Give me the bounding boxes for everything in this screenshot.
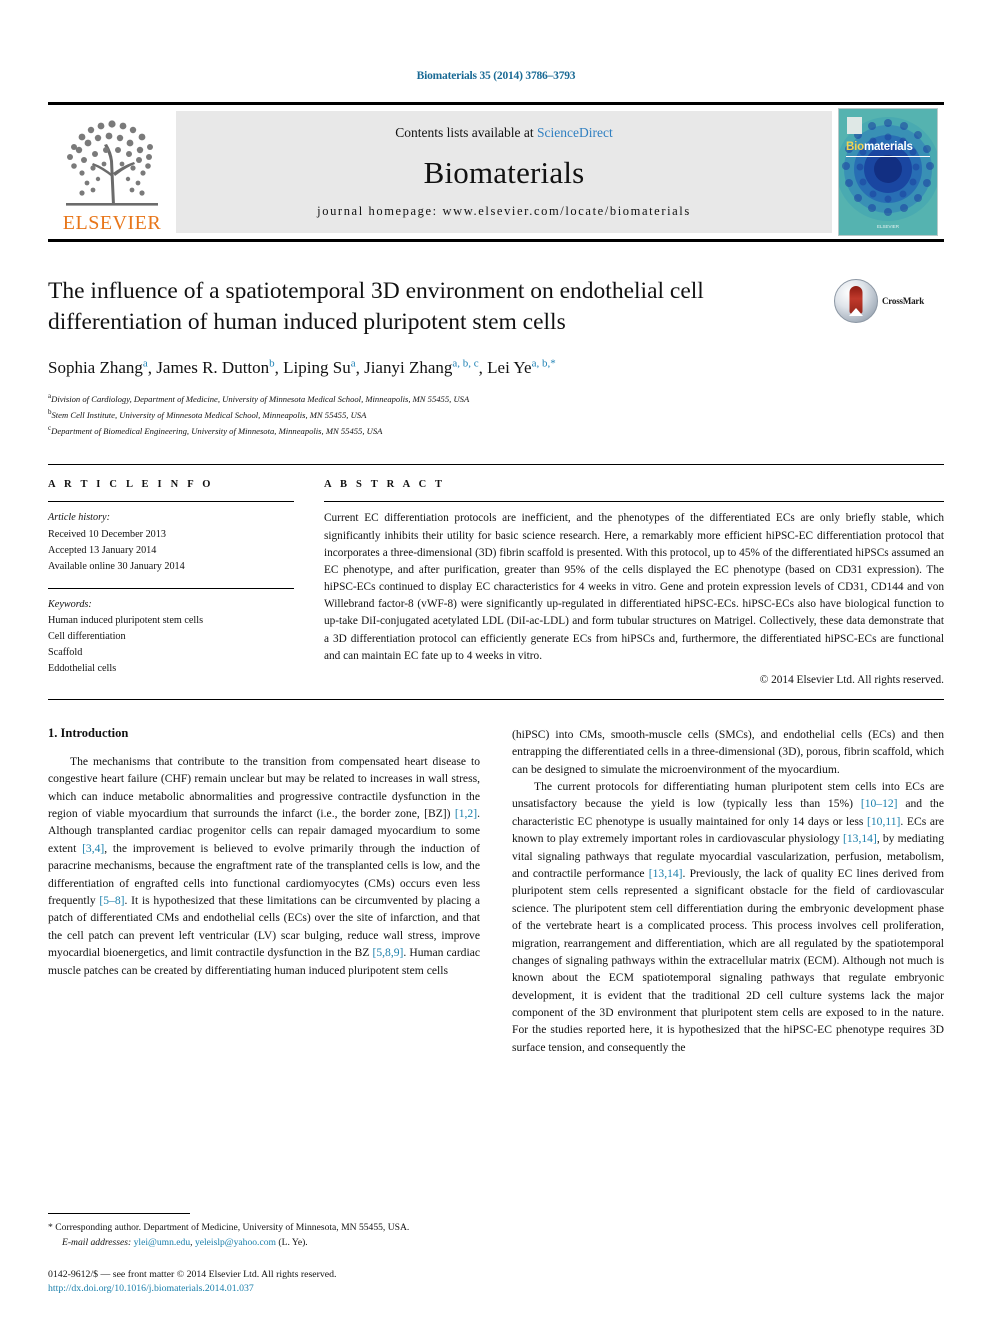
affiliation-text: Department of Biomedical Engineering, Un… [51, 425, 383, 436]
doi-link[interactable]: http://dx.doi.org/10.1016/j.biomaterials… [48, 1282, 485, 1297]
citation-ref[interactable]: [5–8] [99, 894, 124, 907]
article-history-item: Available online 30 January 2014 [48, 560, 185, 572]
elsevier-tree-icon [66, 120, 158, 206]
author-affiliation-mark: a [350, 357, 356, 370]
article-history-label: Article history: [48, 512, 110, 524]
contents-prefix: Contents lists available at [395, 125, 534, 140]
author-affiliation-mark: a [142, 357, 148, 370]
title-block: The influence of a spatiotemporal 3D env… [48, 276, 944, 438]
section-divider [48, 698, 944, 700]
citation-ref[interactable]: [5,8,9] [372, 946, 403, 959]
keywords-group: Keywords: Human induced pluripotent stem… [48, 597, 294, 678]
article-history-item: Accepted 13 January 2014 [48, 544, 157, 556]
imprint-block: 0142-9612/$ — see front matter © 2014 El… [48, 1268, 485, 1297]
crossmark-icon [834, 279, 878, 323]
author-affiliation-mark: a, b,* [531, 357, 556, 370]
paragraph-intro-left: The mechanisms that contribute to the tr… [48, 753, 480, 979]
abstract-heading: A B S T R A C T [324, 479, 446, 491]
sciencedirect-link[interactable]: ScienceDirect [537, 125, 613, 140]
author-item: Lei Yea, b,* [487, 357, 556, 378]
keyword-item: Cell differentiation [48, 631, 126, 643]
article-history-item: Received 10 December 2013 [48, 528, 166, 540]
body-columns: 1. Introduction The mechanisms that cont… [48, 726, 944, 1056]
citation-ref[interactable]: [1,2] [455, 807, 477, 820]
corresponding-author-note: * Corresponding author. Department of Me… [48, 1222, 410, 1234]
affiliation-item: cDepartment of Biomedical Engineering, U… [48, 423, 944, 439]
section-title-introduction: 1. Introduction [48, 725, 129, 740]
cover-footer-text: ELSEVIER [876, 224, 899, 229]
crossmark-label: CrossMark [882, 296, 925, 306]
article-page: Biomaterials 35 (2014) 3786–3793 ELSEVIE… [0, 0, 992, 1323]
author-item: Liping Sua [283, 357, 356, 378]
crossmark-badge[interactable]: CrossMark [834, 278, 944, 324]
article-history-group: Article history: Received 10 December 20… [48, 510, 294, 574]
cover-rule [846, 156, 930, 157]
abstract-copyright: © 2014 Elsevier Ltd. All rights reserved… [759, 673, 944, 686]
keywords-label: Keywords: [48, 598, 92, 610]
journal-masthead: ELSEVIER Contents lists available at Sci… [48, 102, 944, 242]
affiliation-list: aDivision of Cardiology, Department of M… [48, 391, 944, 438]
journal-cover-thumbnail: Biomaterials ELSEVIER [838, 108, 938, 236]
citation-ref[interactable]: [13,14] [843, 832, 877, 845]
page-title: The influence of a spatiotemporal 3D env… [48, 278, 704, 336]
citation-ref[interactable]: [10,11] [867, 815, 900, 828]
journal-cover-cell: Biomaterials ELSEVIER [832, 105, 944, 239]
cover-title-rest: materials [863, 141, 913, 153]
abstract-text: Current EC differentiation protocols are… [324, 512, 944, 662]
article-info-divider [48, 501, 294, 503]
info-abstract-section: A R T I C L E I N F O Article history: R… [48, 464, 944, 686]
author-item: Sophia Zhanga [48, 357, 148, 378]
keyword-item: Human induced pluripotent stem cells [48, 614, 204, 626]
para-text: The mechanisms that contribute to the tr… [48, 754, 480, 821]
abstract-column: A B S T R A C T Current EC differentiati… [324, 479, 944, 686]
journal-homepage-line[interactable]: journal homepage: www.elsevier.com/locat… [317, 204, 691, 219]
email-label: E-mail addresses: [62, 1237, 132, 1249]
paragraph-intro-right-2: The current protocols for differentiatin… [512, 778, 944, 1056]
elsevier-wordmark: ELSEVIER [62, 212, 162, 234]
body-column-right: (hiPSC) into CMs, smooth-muscle cells (S… [512, 726, 944, 1056]
para-text: . Previously, the lack of quality EC lin… [512, 866, 944, 1054]
author-list: Sophia Zhanga, James R. Duttonb, Liping … [48, 357, 556, 378]
article-info-column: A R T I C L E I N F O Article history: R… [48, 479, 294, 685]
author-affiliation-mark: a, b, c [452, 357, 479, 370]
email-note: E-mail addresses: ylei@umn.edu, yeleislp… [48, 1236, 485, 1251]
elsevier-logo: ELSEVIER [48, 105, 176, 239]
abstract-divider [324, 501, 944, 503]
email-link-primary[interactable]: ylei@umn.edu [134, 1237, 191, 1248]
keyword-item: Eddothelial cells [48, 663, 117, 675]
citation-ref[interactable]: [13,14] [649, 867, 683, 880]
contents-panel: Contents lists available at ScienceDirec… [176, 111, 832, 233]
journal-title: Biomaterials [423, 155, 585, 190]
contents-available-line: Contents lists available at ScienceDirec… [395, 125, 612, 141]
article-info-heading: A R T I C L E I N F O [48, 479, 214, 491]
email-suffix: (L. Ye). [275, 1237, 308, 1249]
affiliation-item: bStem Cell Institute, University of Minn… [48, 407, 944, 423]
cover-publisher-badge [847, 117, 862, 134]
author-affiliation-mark: b [269, 357, 275, 370]
affiliation-text: Division of Cardiology, Department of Me… [51, 393, 470, 404]
footnote-divider [48, 1213, 190, 1215]
footnote-block: * Corresponding author. Department of Me… [48, 1213, 485, 1297]
cover-title: Biomaterials [846, 141, 913, 153]
citation-ref[interactable]: [3,4] [82, 842, 104, 855]
keyword-item: Scaffold [48, 647, 83, 659]
keywords-divider [48, 587, 294, 589]
citation-ref[interactable]: [10–12] [861, 797, 898, 810]
cover-title-prefix: Bio [846, 141, 864, 153]
author-item: James R. Duttonb [156, 357, 275, 378]
body-column-left: 1. Introduction The mechanisms that cont… [48, 726, 480, 1056]
issn-copyright-line: 0142-9612/$ — see front matter © 2014 El… [48, 1268, 337, 1280]
running-head: Biomaterials 35 (2014) 3786–3793 [416, 70, 576, 82]
email-link-secondary[interactable]: yeleislp@yahoo.com [195, 1237, 276, 1248]
affiliation-text: Stem Cell Institute, University of Minne… [51, 409, 367, 420]
author-item: Jianyi Zhanga, b, c [364, 357, 479, 378]
paragraph-intro-right-cont: (hiPSC) into CMs, smooth-muscle cells (S… [512, 727, 944, 776]
affiliation-item: aDivision of Cardiology, Department of M… [48, 391, 944, 407]
